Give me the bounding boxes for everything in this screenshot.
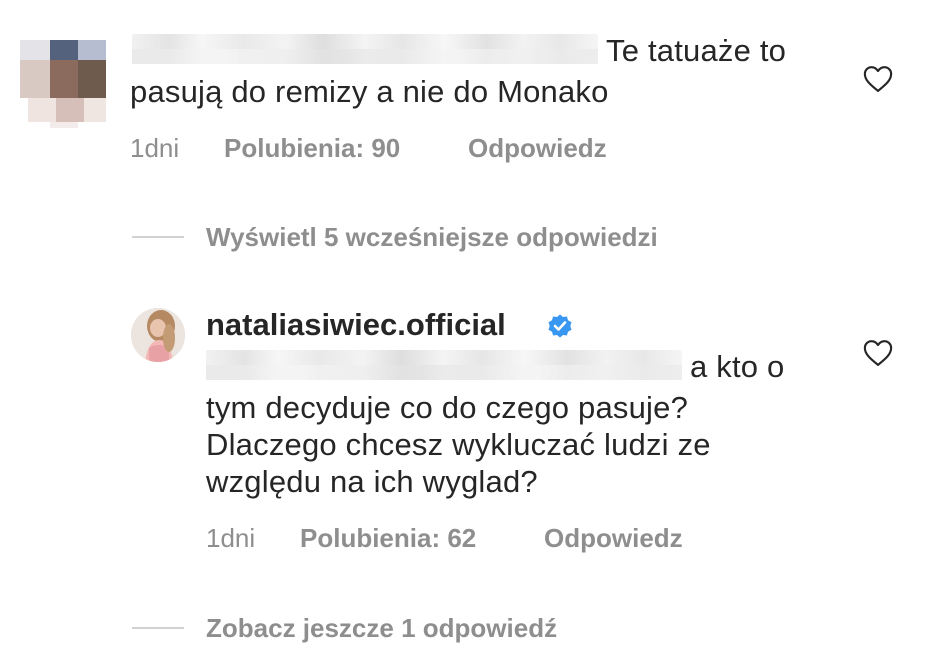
likes-count[interactable]: Polubienia: 90	[224, 133, 400, 163]
reply-timestamp: 1dni	[206, 523, 256, 553]
reply-reply-button[interactable]: Odpowiedz	[544, 523, 683, 553]
reply-text-line-4: względu na ich wyglad?	[206, 464, 538, 499]
avatar[interactable]	[131, 308, 185, 362]
username[interactable]: nataliasiwiec.official	[206, 305, 506, 345]
reply-text-line-1: a kto o	[690, 349, 785, 384]
reply-button[interactable]: Odpowiedz	[468, 133, 607, 163]
avatar-blurred[interactable]	[20, 22, 106, 128]
heart-outline-icon[interactable]	[863, 339, 893, 367]
reply-text-line-3: Dlaczego chcesz wykluczać ludzi ze	[206, 427, 711, 462]
verified-badge-icon	[548, 314, 572, 338]
comment-text-line-2: pasują do remizy a nie do Monako	[130, 74, 609, 109]
view-earlier-replies-button[interactable]: Wyświetl 5 wcześniejsze odpowiedzi	[206, 222, 658, 252]
thread-divider	[132, 627, 184, 629]
mention-redacted[interactable]	[206, 350, 682, 380]
comment-text-line-1: Te tatuaże to	[606, 33, 787, 68]
reply-likes-count[interactable]: Polubienia: 62	[300, 523, 476, 553]
username-redacted[interactable]	[132, 34, 598, 64]
heart-outline-icon[interactable]	[863, 65, 893, 93]
thread-divider	[132, 236, 184, 238]
comment-timestamp: 1dni	[130, 133, 180, 163]
see-more-replies-button[interactable]: Zobacz jeszcze 1 odpowiedź	[206, 613, 557, 643]
reply-text-line-2: tym decyduje co do czego pasuje?	[206, 390, 689, 425]
